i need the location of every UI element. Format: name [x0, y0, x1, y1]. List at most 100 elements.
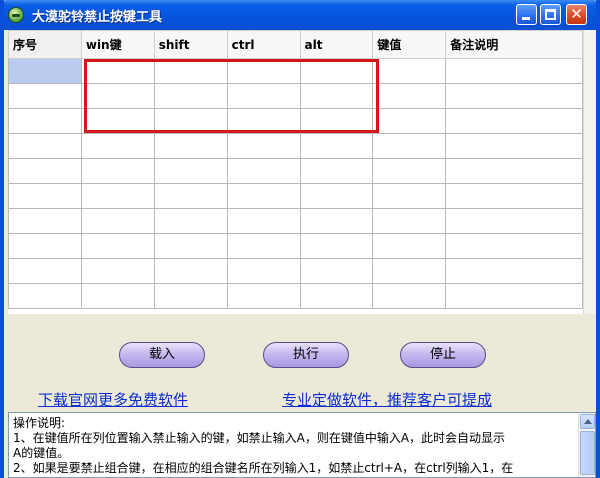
close-icon: ✕ — [570, 5, 583, 23]
load-button[interactable]: 载入 — [119, 342, 205, 368]
table-cell[interactable] — [153, 133, 228, 159]
table-cell[interactable] — [372, 58, 447, 84]
instruction-line: 1、在键值所在列位置输入禁止输入的键，如禁止输入A，则在键值中输入A，此时会自动… — [13, 431, 506, 445]
table-cell[interactable] — [445, 133, 583, 159]
table-cell[interactable] — [445, 208, 583, 234]
instruction-line: A的键值。 — [13, 446, 70, 460]
table-row[interactable] — [8, 158, 583, 184]
table-cell[interactable] — [8, 133, 82, 159]
table-row[interactable] — [8, 183, 583, 209]
column-header[interactable]: ctrl — [226, 30, 301, 59]
instructions-textarea[interactable]: 操作说明: 1、在键值所在列位置输入禁止输入的键，如禁止输入A，则在键值中输入A… — [8, 412, 596, 478]
table-cell[interactable] — [226, 158, 301, 184]
table-cell[interactable] — [445, 158, 583, 184]
table-cell[interactable] — [226, 133, 301, 159]
window-title: 大漠驼铃禁止按键工具 — [32, 10, 163, 25]
table-cell[interactable] — [80, 158, 155, 184]
column-header[interactable]: alt — [299, 30, 374, 59]
column-header[interactable]: win键 — [80, 30, 155, 59]
table-cell[interactable] — [299, 208, 374, 234]
table-cell[interactable] — [445, 258, 583, 284]
maximize-icon — [545, 9, 556, 20]
table-cell[interactable] — [8, 58, 82, 84]
table-row[interactable] — [8, 208, 583, 234]
instruction-line: 操作说明: — [13, 416, 66, 430]
table-row[interactable] — [8, 283, 583, 309]
instruction-line: 2、如果是要禁止组合键，在相应的组合键名所在列输入1，如禁止ctrl+A，在ct… — [13, 461, 514, 475]
table-cell[interactable] — [8, 183, 82, 209]
column-header[interactable]: 备注说明 — [445, 30, 583, 59]
table-row[interactable] — [8, 258, 583, 284]
column-header[interactable]: 键值 — [372, 30, 447, 59]
table-row[interactable] — [8, 133, 583, 159]
table-cell[interactable] — [445, 58, 583, 84]
table-cell[interactable] — [445, 83, 583, 109]
table-cell[interactable] — [445, 108, 583, 134]
table-cell[interactable] — [8, 258, 82, 284]
table-cell[interactable] — [299, 233, 374, 259]
table-cell[interactable] — [372, 108, 447, 134]
table-cell[interactable] — [372, 158, 447, 184]
custom-software-link[interactable]: 专业定做软件，推荐客户可提成 — [282, 389, 492, 410]
minimize-button[interactable] — [516, 4, 537, 25]
table-cell[interactable] — [8, 208, 82, 234]
table-cell[interactable] — [80, 283, 155, 309]
table-cell[interactable] — [372, 233, 447, 259]
table-cell[interactable] — [80, 183, 155, 209]
table-cell[interactable] — [153, 258, 228, 284]
table-cell[interactable] — [372, 83, 447, 109]
table-cell[interactable] — [153, 183, 228, 209]
table-cell[interactable] — [80, 258, 155, 284]
column-header[interactable]: 序号 — [8, 30, 82, 59]
table-cell[interactable] — [299, 283, 374, 309]
table-cell[interactable] — [153, 283, 228, 309]
instructions-text: 操作说明: 1、在键值所在列位置输入禁止输入的键，如禁止输入A，则在键值中输入A… — [13, 416, 575, 476]
table-cell[interactable] — [372, 258, 447, 284]
download-link[interactable]: 下载官网更多免费软件 — [38, 389, 188, 410]
app-window: 大漠驼铃禁止按键工具 ✕ 序号 win键 shift ctrl alt 键值 备… — [0, 0, 600, 478]
table-cell[interactable] — [8, 283, 82, 309]
app-logo-icon — [8, 7, 24, 23]
column-header[interactable]: shift — [153, 30, 228, 59]
table-cell[interactable] — [8, 158, 82, 184]
scroll-thumb[interactable] — [580, 431, 595, 475]
table-cell[interactable] — [80, 233, 155, 259]
highlight-annotation-box — [84, 59, 379, 133]
scroll-up-icon[interactable] — [580, 414, 595, 429]
stop-button[interactable]: 停止 — [400, 342, 486, 368]
title-bar[interactable]: 大漠驼铃禁止按键工具 ✕ — [4, 0, 596, 30]
table-cell[interactable] — [299, 133, 374, 159]
table-cell[interactable] — [80, 133, 155, 159]
table-cell[interactable] — [226, 183, 301, 209]
table-cell[interactable] — [226, 258, 301, 284]
table-cell[interactable] — [153, 208, 228, 234]
table-cell[interactable] — [372, 283, 447, 309]
table-cell[interactable] — [299, 258, 374, 284]
table-cell[interactable] — [8, 83, 82, 109]
table-row[interactable] — [8, 233, 583, 259]
table-cell[interactable] — [445, 183, 583, 209]
table-cell[interactable] — [8, 233, 82, 259]
grid-scrollbar[interactable] — [583, 30, 596, 314]
table-cell[interactable] — [226, 208, 301, 234]
table-cell[interactable] — [80, 208, 155, 234]
table-cell[interactable] — [372, 183, 447, 209]
table-cell[interactable] — [226, 233, 301, 259]
instructions-scrollbar[interactable] — [578, 413, 595, 477]
run-button[interactable]: 执行 — [263, 342, 349, 368]
table-cell[interactable] — [153, 233, 228, 259]
table-cell[interactable] — [153, 158, 228, 184]
table-cell[interactable] — [8, 108, 82, 134]
table-cell[interactable] — [226, 283, 301, 309]
table-header-row: 序号 win键 shift ctrl alt 键值 备注说明 — [8, 30, 583, 59]
table-cell[interactable] — [372, 133, 447, 159]
minimize-icon — [522, 17, 530, 20]
table-cell[interactable] — [299, 183, 374, 209]
table-cell[interactable] — [372, 208, 447, 234]
key-grid[interactable]: 序号 win键 shift ctrl alt 键值 备注说明 — [8, 30, 583, 314]
table-cell[interactable] — [445, 233, 583, 259]
table-cell[interactable] — [445, 283, 583, 309]
maximize-button[interactable] — [540, 4, 561, 25]
close-button[interactable]: ✕ — [566, 4, 587, 25]
table-cell[interactable] — [299, 158, 374, 184]
